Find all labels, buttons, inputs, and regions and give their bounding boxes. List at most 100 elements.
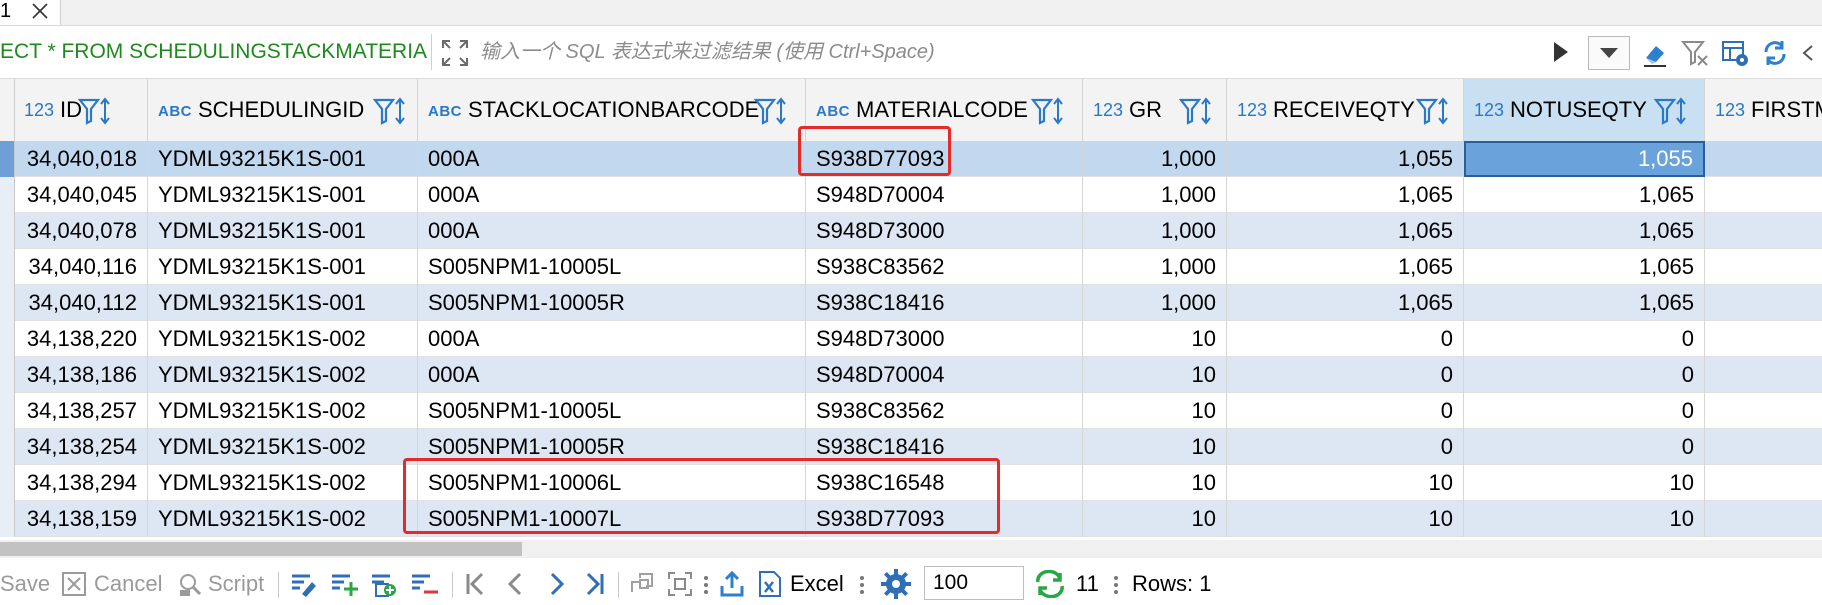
table-cell-gr[interactable]: 1,000 [1083, 285, 1227, 321]
table-cell-notuseqty[interactable]: 0 [1464, 357, 1705, 393]
table-cell-firstm[interactable] [1705, 393, 1822, 429]
table-cell-receiveqty[interactable]: 1,065 [1227, 285, 1464, 321]
table-row[interactable]: 34,138,254 YDML93215K1S-002 S005NPM1-10005… [0, 429, 1822, 465]
table-cell-materialcode[interactable]: S938D77093 [806, 141, 1083, 177]
table-cell-notuseqty[interactable]: 1,065 [1464, 177, 1705, 213]
table-cell-firstm[interactable] [1705, 357, 1822, 393]
table-row[interactable]: 34,138,159 YDML93215K1S-002 S005NPM1-10007… [0, 501, 1822, 537]
run-icon[interactable] [1550, 40, 1572, 64]
table-cell-gr[interactable]: 10 [1083, 357, 1227, 393]
script-icon[interactable] [176, 570, 204, 598]
column-header-gr[interactable]: 123 GR [1083, 79, 1227, 141]
table-cell-gr[interactable]: 1,000 [1083, 249, 1227, 285]
row-gutter[interactable] [0, 357, 15, 393]
table-cell-firstm[interactable] [1705, 285, 1822, 321]
table-cell-schedulingid[interactable]: YDML93215K1S-002 [148, 429, 418, 465]
horizontal-scroll-thumb[interactable] [0, 542, 522, 556]
export-excel-button[interactable]: Excel [790, 570, 844, 598]
table-cell-schedulingid[interactable]: YDML93215K1S-001 [148, 249, 418, 285]
next-page-icon[interactable] [542, 570, 570, 598]
column-filter-sort-icon[interactable] [754, 97, 790, 125]
select-area-icon[interactable] [666, 570, 694, 598]
row-gutter[interactable] [0, 321, 15, 357]
table-cell-schedulingid[interactable]: YDML93215K1S-001 [148, 177, 418, 213]
table-cell-gr[interactable]: 1,000 [1083, 141, 1227, 177]
table-cell-gr[interactable]: 10 [1083, 429, 1227, 465]
copy-row-icon[interactable] [370, 570, 398, 598]
row-gutter[interactable] [0, 285, 15, 321]
table-cell-firstm[interactable] [1705, 213, 1822, 249]
table-cell-materialcode[interactable]: S948D73000 [806, 213, 1083, 249]
export-icon[interactable] [718, 570, 746, 598]
table-cell-materialcode[interactable]: S938D77093 [806, 501, 1083, 537]
table-cell-stacklocationbarcode[interactable]: 000A [418, 357, 806, 393]
column-header-firstm[interactable]: 123FIRSTM [1705, 79, 1822, 141]
table-cell-schedulingid[interactable]: YDML93215K1S-002 [148, 501, 418, 537]
column-filter-sort-icon[interactable] [1179, 97, 1215, 125]
column-header-notuseqty[interactable]: 123 NOTUSEQTY [1464, 79, 1705, 141]
cancel-icon[interactable] [60, 570, 88, 598]
table-cell-gr[interactable]: 10 [1083, 393, 1227, 429]
table-cell-firstm[interactable] [1705, 141, 1822, 177]
table-row[interactable]: 34,040,045 YDML93215K1S-001 000A S948D70004… [0, 177, 1822, 213]
table-cell-id[interactable]: 34,040,078 [14, 213, 148, 249]
table-cell-id[interactable]: 34,138,186 [14, 357, 148, 393]
table-cell-stacklocationbarcode[interactable]: S005NPM1-10006L [418, 465, 806, 501]
table-cell-receiveqty[interactable]: 10 [1227, 501, 1464, 537]
table-cell-notuseqty[interactable]: 10 [1464, 501, 1705, 537]
table-cell-stacklocationbarcode[interactable]: S005NPM1-10005R [418, 285, 806, 321]
row-gutter[interactable] [0, 213, 15, 249]
table-cell-firstm[interactable] [1705, 501, 1822, 537]
table-cell-materialcode[interactable]: S938C16548 [806, 465, 1083, 501]
table-row[interactable]: 34,138,294 YDML93215K1S-002 S005NPM1-10006… [0, 465, 1822, 501]
table-row[interactable]: 34,138,257 YDML93215K1S-002 S005NPM1-10005… [0, 393, 1822, 429]
excel-icon[interactable] [756, 570, 784, 598]
table-row[interactable]: 34,040,078 YDML93215K1S-001 000A S948D73000… [0, 213, 1822, 249]
column-filter-sort-icon[interactable] [1031, 97, 1067, 125]
table-cell-receiveqty[interactable]: 1,065 [1227, 213, 1464, 249]
table-row[interactable]: 34,138,220 YDML93215K1S-002 000A S948D73000… [0, 321, 1822, 357]
edit-row-icon[interactable] [290, 570, 318, 598]
table-row[interactable]: 34,040,112 YDML93215K1S-001 S005NPM1-10005… [0, 285, 1822, 321]
table-cell-notuseqty[interactable]: 10 [1464, 465, 1705, 501]
table-cell-receiveqty[interactable]: 0 [1227, 357, 1464, 393]
row-gutter[interactable] [0, 249, 15, 285]
more-chevron-icon[interactable] [1796, 38, 1818, 68]
table-cell-receiveqty[interactable]: 1,065 [1227, 249, 1464, 285]
row-gutter[interactable] [0, 429, 15, 465]
table-cell-receiveqty[interactable]: 10 [1227, 465, 1464, 501]
table-cell-firstm[interactable] [1705, 321, 1822, 357]
table-cell-receiveqty[interactable]: 1,055 [1227, 141, 1464, 177]
refresh-icon[interactable] [1760, 38, 1790, 68]
table-cell-stacklocationbarcode[interactable]: S005NPM1-10005L [418, 249, 806, 285]
table-row[interactable]: 34,138,186 YDML93215K1S-002 000A S948D70004… [0, 357, 1822, 393]
panel-settings-icon[interactable] [1720, 38, 1750, 68]
eraser-icon[interactable] [1640, 38, 1670, 68]
table-cell-stacklocationbarcode[interactable]: 000A [418, 213, 806, 249]
table-cell-schedulingid[interactable]: YDML93215K1S-002 [148, 321, 418, 357]
row-gutter[interactable] [0, 393, 15, 429]
script-button[interactable]: Script [208, 570, 264, 598]
column-filter-sort-icon[interactable] [1416, 97, 1452, 125]
cancel-button[interactable]: Cancel [94, 570, 162, 598]
table-cell-firstm[interactable] [1705, 465, 1822, 501]
table-cell-id[interactable]: 34,138,257 [14, 393, 148, 429]
table-cell-stacklocationbarcode[interactable]: S005NPM1-10005R [418, 429, 806, 465]
horizontal-scrollbar[interactable] [0, 540, 1822, 558]
close-icon[interactable] [30, 1, 50, 21]
delete-row-icon[interactable] [410, 570, 438, 598]
table-cell-materialcode[interactable]: S938C18416 [806, 285, 1083, 321]
table-cell-materialcode[interactable]: S938C83562 [806, 249, 1083, 285]
table-cell-notuseqty[interactable]: 1,065 [1464, 213, 1705, 249]
table-cell-notuseqty[interactable]: 0 [1464, 393, 1705, 429]
table-cell-schedulingid[interactable]: YDML93215K1S-002 [148, 357, 418, 393]
table-cell-id[interactable]: 34,138,220 [14, 321, 148, 357]
sql-query-text[interactable]: ECT * FROM SCHEDULINGSTACKMATERIAL [0, 38, 428, 66]
filter-clear-icon[interactable] [1680, 38, 1710, 68]
table-cell-stacklocationbarcode[interactable]: 000A [418, 141, 806, 177]
table-cell-id[interactable]: 34,040,045 [14, 177, 148, 213]
results-tab[interactable]: 1 [0, 0, 61, 25]
table-cell-id[interactable]: 34,138,294 [14, 465, 148, 501]
column-filter-sort-icon[interactable] [78, 97, 114, 125]
column-header-receiveqty[interactable]: 123 RECEIVEQTY [1227, 79, 1464, 141]
